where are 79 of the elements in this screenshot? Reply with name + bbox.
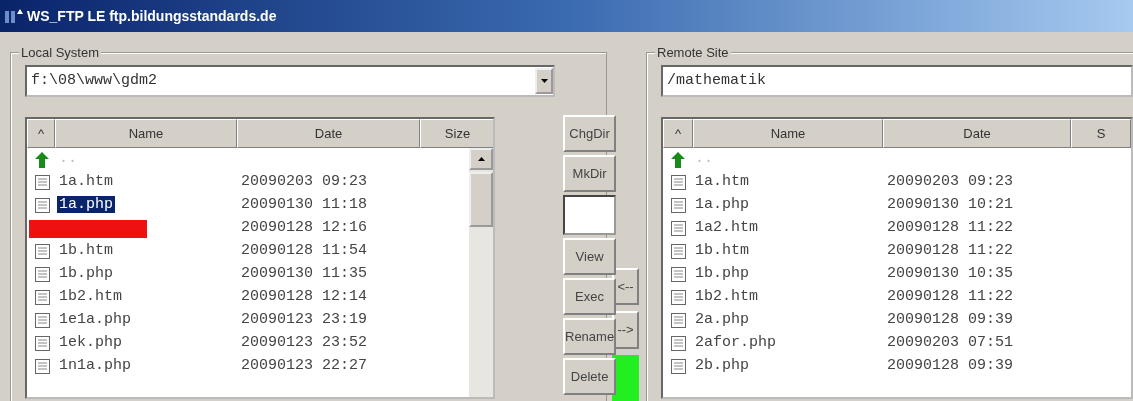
file-name[interactable]: 1b2.htm — [57, 288, 124, 306]
dropdown-button[interactable] — [535, 68, 553, 94]
file-date: 20090123 22:27 — [240, 356, 368, 377]
column-header[interactable]: S — [1071, 119, 1131, 148]
file-name[interactable]: 1n1a.php — [57, 357, 133, 375]
file-date: 20090123 23:19 — [240, 310, 368, 331]
file-name[interactable]: 1b2.htm — [693, 288, 760, 306]
file-name[interactable]: 2a.php — [693, 311, 751, 329]
file-date: 20090128 11:22 — [886, 241, 1014, 262]
file-date: 20090130 10:35 — [886, 264, 1014, 285]
file-name[interactable]: 1b.php — [57, 265, 115, 283]
file-name[interactable]: 1b.htm — [57, 242, 115, 260]
file-icon — [33, 358, 51, 375]
file-name[interactable]: 1ek.php — [57, 334, 124, 352]
file-date: 20090128 09:39 — [886, 310, 1014, 331]
file-date: 20090130 11:18 — [240, 195, 368, 216]
file-name[interactable]: 2b.php — [693, 357, 751, 375]
file-date: 20090128 11:22 — [886, 218, 1014, 239]
file-date: 20090128 11:54 — [240, 241, 368, 262]
text-field[interactable] — [563, 195, 617, 235]
file-date: 20090123 23:52 — [240, 333, 368, 354]
toolbar-button[interactable]: Delete — [563, 358, 617, 395]
caret-up-icon — [476, 156, 486, 162]
scrollbar-thumb[interactable] — [469, 172, 493, 227]
file-icon — [669, 243, 687, 260]
scrollbar[interactable] — [469, 148, 493, 397]
file-icon — [669, 174, 687, 191]
column-header[interactable]: Size — [420, 119, 493, 148]
path-combo-box[interactable]: f:\08\www\gdm2 — [25, 65, 555, 97]
file-icon — [669, 289, 687, 306]
file-icon — [669, 335, 687, 352]
file-date: 20090128 11:22 — [886, 287, 1014, 308]
toolbar-button[interactable]: ChgDir — [563, 115, 617, 152]
column-header[interactable]: ^ — [27, 119, 55, 148]
toolbar-button[interactable]: View — [563, 238, 617, 275]
file-icon — [33, 312, 51, 329]
app-icon — [4, 8, 24, 24]
file-name[interactable]: 1a.php — [57, 196, 115, 214]
file-icon — [33, 289, 51, 306]
file-name[interactable]: 1a.htm — [57, 173, 115, 191]
file-icon — [669, 266, 687, 283]
file-name[interactable]: 1b.htm — [693, 242, 751, 260]
file-icon — [33, 197, 51, 214]
column-header[interactable]: Date — [883, 119, 1071, 148]
up-arrow-icon — [669, 150, 687, 169]
column-header[interactable]: ^ — [663, 119, 693, 148]
file-date: 20090203 09:23 — [240, 172, 368, 193]
file-icon — [669, 358, 687, 375]
file-name[interactable]: 1a.htm — [693, 173, 751, 191]
toolbar-button[interactable]: Exec — [563, 278, 617, 315]
file-date: 20090128 12:16 — [240, 218, 368, 239]
file-date: 20090203 07:51 — [886, 333, 1014, 354]
file-date: 20090203 09:23 — [886, 172, 1014, 193]
toolbar-button[interactable]: MkDir — [563, 155, 617, 192]
file-name[interactable]: 1a.php — [693, 196, 751, 214]
file-name[interactable]: 2afor.php — [693, 334, 778, 352]
window-title: WS_FTP LE ftp.bildungsstandards.de — [27, 6, 277, 26]
file-date: 20090130 11:35 — [240, 264, 368, 285]
toolbar-button[interactable]: Rename — [563, 318, 617, 355]
file-icon — [33, 266, 51, 283]
path-combo-box[interactable]: /mathematik — [661, 65, 1133, 97]
column-header[interactable]: Name — [55, 119, 237, 148]
up-arrow-icon — [33, 150, 51, 169]
file-date: 20090130 10:21 — [886, 195, 1014, 216]
file-icon — [669, 197, 687, 214]
file-icon — [669, 220, 687, 237]
column-header[interactable]: Date — [237, 119, 420, 148]
scroll-up-button[interactable] — [469, 148, 493, 170]
file-date: 20090128 09:39 — [886, 356, 1014, 377]
file-name[interactable]: 1a2.htm — [693, 219, 760, 237]
file-name[interactable]: 1b.php — [693, 265, 751, 283]
file-name[interactable]: 1e1a.php — [57, 311, 133, 329]
file-icon — [33, 335, 51, 352]
file-icon — [33, 174, 51, 191]
column-header[interactable]: Name — [693, 119, 883, 148]
file-icon — [33, 243, 51, 260]
file-icon — [669, 312, 687, 329]
caret-down-icon — [539, 78, 549, 84]
file-date: 20090128 12:14 — [240, 287, 368, 308]
